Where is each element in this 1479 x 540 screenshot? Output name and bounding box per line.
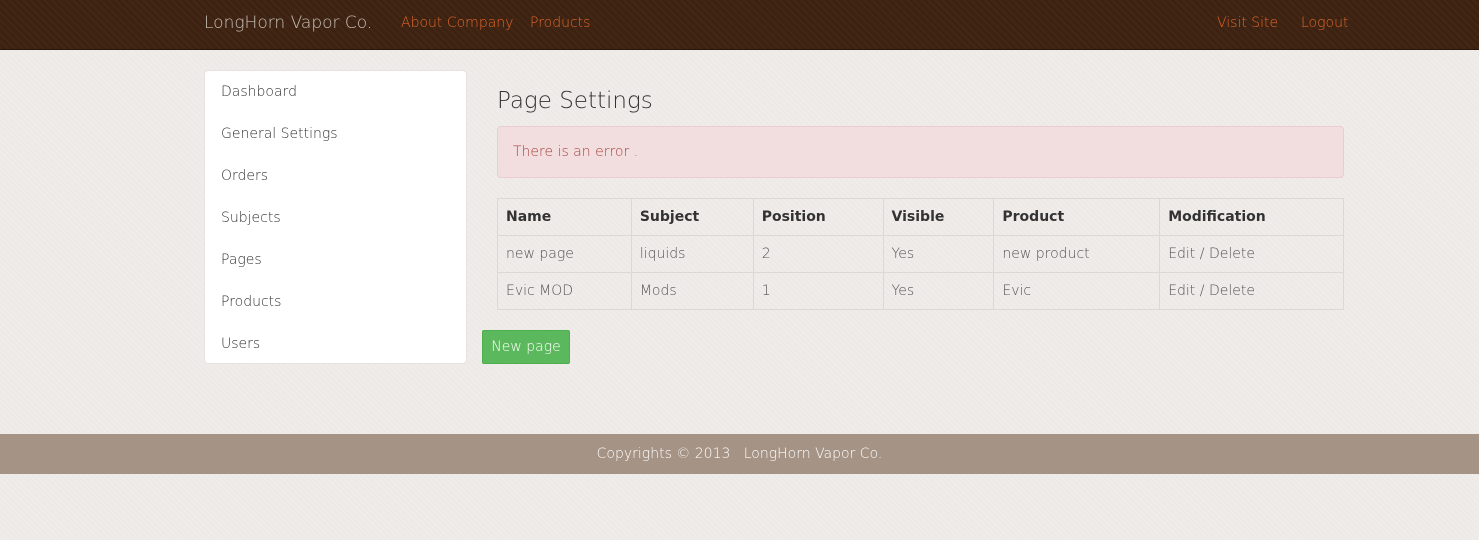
- footer: Copyrights © 2013 LongHorn Vapor Co.: [0, 434, 1479, 474]
- top-navbar: LongHorn Vapor Co. About Company Product…: [0, 0, 1479, 50]
- column-header-position: Position: [752, 198, 884, 236]
- brand-link[interactable]: LongHorn Vapor Co.: [204, 13, 372, 33]
- pages-table: Name Subject Position Visible Product Mo…: [497, 198, 1344, 310]
- delete-link[interactable]: Delete: [1209, 246, 1255, 262]
- cell-name: new page: [497, 235, 632, 273]
- table-row: Evic MOD Mods 1 Yes Evic Edit / Delete: [497, 272, 1344, 310]
- sidebar-item-general-settings[interactable]: General Settings: [205, 113, 466, 155]
- nav-link-logout[interactable]: Logout: [1301, 15, 1348, 31]
- cell-modification: Edit / Delete: [1159, 272, 1344, 310]
- column-header-modification: Modification: [1159, 198, 1344, 236]
- column-header-subject: Subject: [630, 198, 754, 236]
- sidebar-item-orders[interactable]: Orders: [205, 155, 466, 197]
- error-alert: There is an error .: [497, 126, 1344, 178]
- footer-copyright: Copyrights © 2013: [596, 446, 731, 462]
- link-separator: /: [1199, 246, 1205, 262]
- cell-subject: Mods: [630, 272, 754, 310]
- nav-link-about-company[interactable]: About Company: [401, 15, 513, 31]
- column-header-name: Name: [497, 198, 632, 236]
- column-header-product: Product: [993, 198, 1161, 236]
- cell-position: 2: [752, 235, 884, 273]
- cell-visible: Yes: [882, 235, 995, 273]
- edit-link[interactable]: Edit: [1168, 246, 1195, 262]
- new-page-button[interactable]: New page: [482, 330, 570, 364]
- column-header-visible: Visible: [882, 198, 995, 236]
- sidebar-item-subjects[interactable]: Subjects: [205, 197, 466, 239]
- delete-link[interactable]: Delete: [1209, 283, 1255, 299]
- sidebar-item-pages[interactable]: Pages: [205, 239, 466, 281]
- nav-link-visit-site[interactable]: Visit Site: [1217, 15, 1278, 31]
- cell-subject: liquids: [630, 235, 754, 273]
- sidebar-item-products[interactable]: Products: [205, 281, 466, 323]
- table-header-row: Name Subject Position Visible Product Mo…: [497, 198, 1344, 236]
- sidebar-item-users[interactable]: Users: [205, 323, 466, 365]
- nav-link-products[interactable]: Products: [530, 15, 590, 31]
- table-row: new page liquids 2 Yes new product Edit …: [497, 235, 1344, 273]
- cell-modification: Edit / Delete: [1159, 235, 1344, 273]
- cell-position: 1: [752, 272, 884, 310]
- link-separator: /: [1199, 283, 1205, 299]
- cell-product: Evic: [993, 272, 1161, 310]
- footer-company: LongHorn Vapor Co.: [743, 446, 883, 462]
- edit-link[interactable]: Edit: [1168, 283, 1195, 299]
- cell-name: Evic MOD: [497, 272, 632, 310]
- sidebar-item-dashboard[interactable]: Dashboard: [205, 71, 466, 113]
- sidebar-menu: Dashboard General Settings Orders Subjec…: [204, 70, 467, 364]
- footer-spacer: [730, 446, 743, 462]
- cell-product: new product: [993, 235, 1161, 273]
- page-title: Page Settings: [497, 88, 653, 114]
- cell-visible: Yes: [882, 272, 995, 310]
